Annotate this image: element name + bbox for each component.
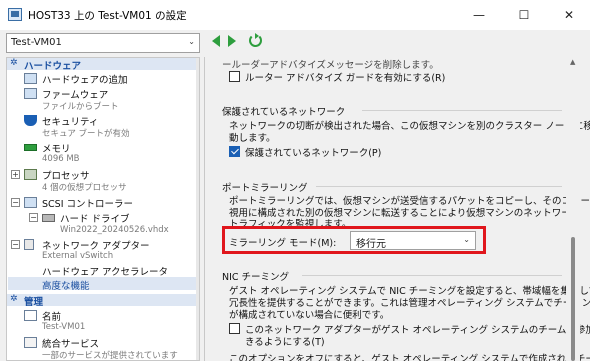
router-guard-label: ルーター アドバタイズ ガードを有効にする(R) [245,73,446,84]
mirroring-mode-value: 移行元 [356,239,386,250]
tree-item-security[interactable]: セキュリティ [42,114,98,128]
vm-selector-dropdown[interactable]: Test-VM01 ⌄ [6,33,200,53]
network-adapter-icon [24,239,34,250]
hardware-section-header[interactable]: ✲ ハードウェア [7,58,199,72]
protected-network-desc-1: ネットワークの切断が検出された場合、この仮想マシンを別のクラスター ノードに移 [229,121,590,132]
management-section-header[interactable]: ✲ 管理 [7,294,199,308]
vm-settings-app-icon [8,8,22,21]
protected-network-desc-2: 動します。 [229,133,276,144]
content-scrollbar[interactable]: ▲ [566,57,580,361]
shield-icon [24,115,37,126]
vm-selector-value: Test-VM01 [11,37,62,48]
protected-network-checkbox-label: 保護されているネットワーク(P) [245,148,382,159]
chevron-down-icon: ⌄ [188,37,195,46]
mirroring-mode-dropdown[interactable]: 移行元 ⌄ [350,231,476,250]
forward-arrow-icon[interactable] [228,35,236,47]
network-adapter-sub: External vSwitch [42,251,114,261]
toolbar: Test-VM01 ⌄ [0,30,590,56]
tree-item-advanced-features[interactable]: 高度な機能 [42,278,90,292]
tree-item-network-adapter[interactable]: ネットワーク アダプター [42,238,150,252]
maximize-button[interactable]: ☐ [501,0,547,30]
firmware-icon [24,88,37,99]
processor-expander[interactable]: + [11,170,20,179]
scrolled-out-text: ールーダーアドバタイズメッセージを削除します。 [222,60,439,71]
back-arrow-icon[interactable] [212,35,220,47]
name-sub: Test-VM01 [42,322,86,332]
name-icon [24,310,37,321]
tree-item-memory[interactable]: メモリ [42,141,71,155]
tree-scrollbar[interactable] [196,58,199,360]
scsi-expander[interactable]: − [11,198,20,207]
scroll-thumb[interactable] [571,237,575,361]
hard-drive-expander[interactable]: − [29,213,38,222]
tree-item-scsi-controller[interactable]: SCSI コントローラー [42,196,133,210]
hard-drive-icon [42,214,55,222]
tree-item-integration-services[interactable]: 統合サービス [42,336,99,350]
tree-item-hardware-acceleration[interactable]: ハードウェア アクセラレータ [42,264,168,278]
group-divider [316,186,562,187]
vm-settings-window: HOST33 上の Test-VM01 の設定 — ☐ ✕ Test-VM01 … [0,0,590,361]
scsi-controller-icon [24,197,37,208]
settings-tree: ✲ ハードウェア ハードウェアの追加 ファームウェア ファイルからブート セキュ… [6,57,200,361]
network-adapter-expander[interactable]: − [11,240,20,249]
security-sub: セキュア ブートが有効 [42,129,130,139]
nic-teaming-desc-3: が構成されていない場合に便利です。 [229,310,390,321]
firmware-sub: ファイルからブート [42,102,119,112]
port-mirroring-title: ポートミラーリング [222,183,308,194]
integration-services-sub: 一部のサービスが提供されています [42,351,178,361]
protected-network-title: 保護されているネットワーク [222,107,346,118]
nic-teaming-checkbox[interactable] [229,323,240,334]
protected-network-checkbox[interactable] [229,146,240,157]
integration-services-icon [24,337,37,348]
tree-item-processor[interactable]: プロセッサ [42,168,90,182]
scroll-up-arrow-icon[interactable]: ▲ [570,58,575,66]
star-icon: ✲ [10,58,18,68]
refresh-icon[interactable] [249,33,262,47]
selected-row-highlight [8,277,198,290]
memory-icon [24,144,37,151]
group-divider [362,110,562,111]
group-divider [302,275,562,276]
tree-item-hard-drive[interactable]: ハード ドライブ [60,211,130,225]
title-bar: HOST33 上の Test-VM01 の設定 — ☐ ✕ [0,0,590,30]
router-guard-checkbox[interactable] [229,71,240,82]
tree-item-add-hardware[interactable]: ハードウェアの追加 [42,72,128,86]
minimize-button[interactable]: — [456,0,502,30]
memory-sub: 4096 MB [42,154,80,164]
nic-teaming-bottom-text: このオプションをオフにすると、ゲスト オペレーティング システムで作成されたチー… [229,354,590,361]
window-title: HOST33 上の Test-VM01 の設定 [28,10,187,22]
hard-drive-sub: Win2022_20240526.vhdx [60,225,169,235]
mirroring-mode-label: ミラーリング モード(M): [229,238,337,249]
add-hardware-icon [24,73,37,84]
star-icon: ✲ [10,294,18,304]
close-button[interactable]: ✕ [546,0,590,30]
nic-teaming-title: NIC チーミング [222,272,290,283]
tree-item-name[interactable]: 名前 [42,309,61,323]
processor-sub: 4 個の仮想プロセッサ [42,183,127,193]
chevron-down-icon: ⌄ [463,235,470,244]
tree-item-firmware[interactable]: ファームウェア [42,87,108,101]
nic-teaming-checkbox-label-2: きるようにする(T) [245,337,325,348]
processor-icon [24,169,37,180]
